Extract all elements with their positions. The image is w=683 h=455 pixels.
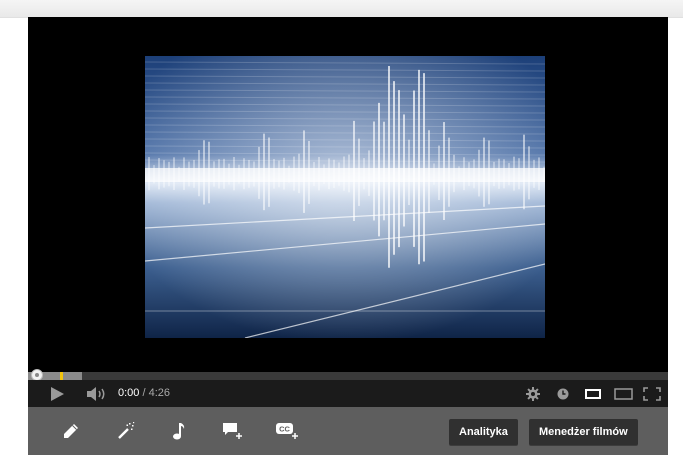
play-icon[interactable] — [46, 380, 68, 407]
pencil-icon[interactable] — [55, 407, 87, 455]
audio-waveform-image — [145, 56, 545, 338]
analytics-button[interactable]: Analityka — [449, 419, 518, 445]
add-annotation-icon[interactable] — [217, 407, 249, 455]
fullscreen-icon[interactable] — [641, 380, 663, 407]
clock-icon[interactable] — [554, 380, 572, 407]
small-player-icon[interactable] — [582, 380, 604, 407]
large-player-icon[interactable] — [611, 380, 635, 407]
video-thumbnail[interactable] — [145, 56, 545, 338]
music-note-icon[interactable] — [163, 407, 195, 455]
page-top-bar — [0, 0, 683, 18]
player-controls: 0:00 / 4:26 — [28, 380, 668, 407]
duration: 4:26 — [148, 387, 171, 399]
progress-marker — [60, 372, 63, 380]
gear-icon[interactable] — [524, 380, 542, 407]
add-captions-icon[interactable]: CC — [271, 407, 303, 455]
progress-bar[interactable] — [28, 369, 668, 381]
volume-icon[interactable] — [85, 380, 109, 407]
video-edit-toolbar: CC Analityka Menedżer filmów — [28, 407, 668, 455]
magic-wand-icon[interactable] — [110, 407, 142, 455]
video-player[interactable]: 0:00 / 4:26 CC Analityka Menedżer filmów — [28, 17, 668, 455]
video-manager-button[interactable]: Menedżer filmów — [529, 419, 638, 445]
time-separator: / — [142, 387, 146, 399]
captions-icon-text: CC — [279, 425, 290, 434]
current-time: 0:00 — [118, 387, 140, 399]
time-display: 0:00 / 4:26 — [118, 380, 170, 407]
